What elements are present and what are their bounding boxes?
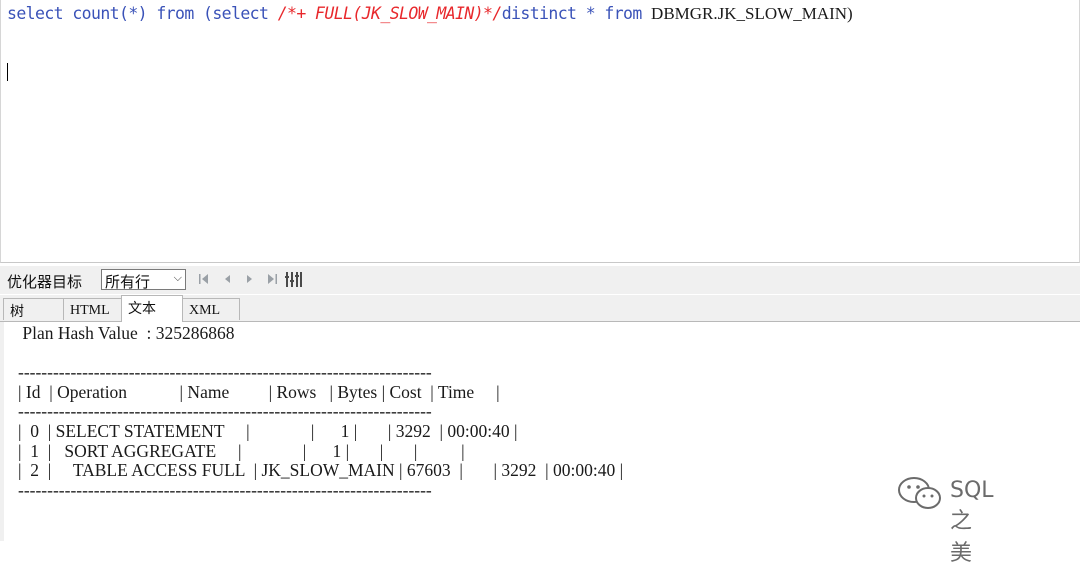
tab-xml[interactable]: XML: [182, 298, 240, 320]
execution-plan: Plan Hash Value : 325286868 ------------…: [18, 323, 624, 500]
plan-row: | 1 | SORT AGGREGATE | | 1 | | | |: [18, 440, 465, 461]
plan-header-row: | Id | Operation | Name | Rows | Bytes |…: [18, 381, 500, 402]
sql-keywords-end: distinct * from: [501, 4, 652, 23]
sql-object-name: DBMGR.JK_SLOW_MAIN): [651, 4, 853, 23]
tab-text[interactable]: 文本: [121, 295, 183, 322]
plan-separator: ----------------------------------------…: [18, 362, 432, 383]
tab-html[interactable]: HTML: [63, 298, 122, 320]
last-icon[interactable]: [266, 272, 278, 286]
wechat-icon: [898, 477, 941, 509]
sql-text[interactable]: select count(*) from (select /*+ FULL(JK…: [7, 4, 853, 24]
plan-separator: ----------------------------------------…: [18, 401, 432, 422]
plan-row: | 0 | SELECT STATEMENT | | 1 | | 3292 | …: [18, 420, 518, 441]
plan-toolbar: 优化器目标 所有行 ⌵: [0, 266, 1080, 294]
tab-label: 文本: [128, 300, 156, 316]
output-tabs: 树 HTML 文本 XML: [0, 295, 1080, 322]
plan-separator: ----------------------------------------…: [18, 479, 432, 500]
sql-editor[interactable]: select count(*) from (select /*+ FULL(JK…: [0, 0, 1080, 263]
sql-keywords-start: select count(*) from (select: [7, 4, 278, 23]
plan-text-output[interactable]: Plan Hash Value : 325286868 ------------…: [0, 322, 1080, 566]
tab-tree[interactable]: 树: [3, 298, 64, 320]
optimizer-goal-select[interactable]: 所有行 ⌵: [101, 269, 186, 291]
chevron-down-icon: ⌵: [173, 272, 182, 284]
watermark: SQL之美: [896, 476, 994, 566]
tab-label: XML: [189, 303, 221, 318]
plan-hash-line: Plan Hash Value : 325286868: [18, 323, 235, 343]
plan-blank-line: [18, 344, 623, 364]
next-icon[interactable]: [245, 272, 255, 286]
tab-label: HTML: [70, 303, 110, 318]
optimizer-goal-value: 所有行: [105, 274, 151, 291]
tab-label: 树: [10, 303, 24, 319]
columns-icon[interactable]: [285, 271, 303, 288]
plan-row: | 2 | TABLE ACCESS FULL | JK_SLOW_MAIN |…: [18, 460, 624, 481]
first-icon[interactable]: [198, 272, 210, 286]
optimizer-goal-label: 优化器目标: [7, 274, 83, 291]
sql-hint: /*+ FULL(JK_SLOW_MAIN)*/: [277, 4, 503, 23]
text-caret: [7, 63, 8, 81]
prev-icon[interactable]: [222, 272, 232, 286]
watermark-text: SQL之美: [950, 478, 994, 566]
